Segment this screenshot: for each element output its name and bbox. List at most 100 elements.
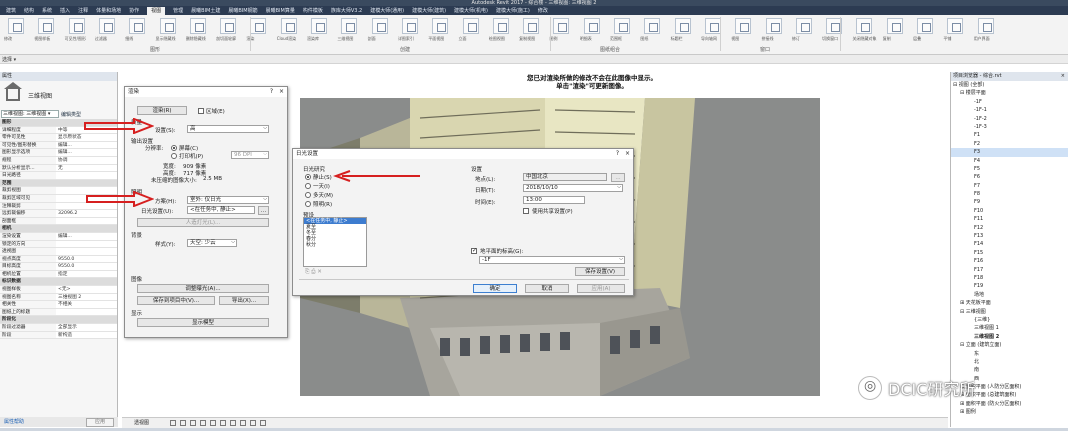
close-icon[interactable]: ×	[279, 87, 284, 97]
browser-tree-item[interactable]: 三维视图 2	[951, 333, 1068, 341]
ribbon-button-icon[interactable]	[523, 18, 540, 34]
ribbon-button-icon[interactable]	[311, 18, 328, 34]
ribbon-tab[interactable]: 协作	[129, 7, 139, 14]
ribbon-button-icon[interactable]	[462, 18, 479, 34]
browser-tree-item[interactable]: F1	[951, 131, 1068, 139]
browser-tree-item[interactable]: -1F-2	[951, 115, 1068, 123]
property-value[interactable]: 全部显示	[56, 324, 117, 331]
property-group[interactable]: 相机	[0, 225, 117, 233]
date-picker[interactable]: 2018/10/10	[523, 184, 623, 192]
ribbon-button-icon[interactable]	[614, 18, 631, 34]
browser-tree-item[interactable]: F10	[951, 207, 1068, 215]
ribbon-tab[interactable]: 修改	[538, 7, 548, 14]
ribbon-button-icon[interactable]	[917, 18, 934, 34]
ribbon-tab[interactable]: 构件模板	[303, 7, 323, 14]
browser-tree-item[interactable]: F8	[951, 190, 1068, 198]
ribbon-tab[interactable]: 建模大师(施工)	[496, 7, 530, 14]
ribbon-button-icon[interactable]	[159, 18, 176, 34]
property-value[interactable]	[56, 217, 117, 225]
property-group[interactable]: 标识数据	[0, 278, 117, 287]
browser-tree-item[interactable]: F11	[951, 215, 1068, 223]
ribbon-button-icon[interactable]	[947, 18, 964, 34]
ribbon-button-icon[interactable]	[977, 18, 994, 34]
browser-tree-item[interactable]: ⊟ 三维视图	[951, 308, 1068, 316]
ribbon-button-icon[interactable]	[492, 18, 509, 34]
properties-help-link[interactable]: 属性帮助	[4, 417, 24, 427]
view-control-icons[interactable]	[170, 420, 320, 426]
property-group[interactable]: 阶段化	[0, 316, 117, 325]
property-value[interactable]: 显示原状态	[56, 134, 117, 141]
ribbon-button-icon[interactable]	[765, 18, 782, 34]
ribbon-button-icon[interactable]	[735, 18, 752, 34]
ribbon-tab[interactable]: 插入	[60, 7, 70, 14]
ribbon-button-icon[interactable]	[704, 18, 721, 34]
browser-tree-item[interactable]: 东	[951, 350, 1068, 358]
ribbon-tab[interactable]: 管理	[173, 7, 183, 14]
location-browse-button[interactable]: ...	[611, 173, 625, 182]
property-value[interactable]: 新构造	[56, 331, 117, 339]
property-value[interactable]: <无>	[56, 286, 117, 293]
select-dropdown[interactable]: 选择 ▾	[2, 56, 16, 63]
ribbon-tab[interactable]: 建模大师(机电)	[454, 7, 488, 14]
ribbon-button-icon[interactable]	[553, 18, 570, 34]
render-button[interactable]: 渲染(R)	[137, 106, 187, 115]
ribbon-tab[interactable]: 建模大师(通用)	[370, 7, 404, 14]
quality-dropdown[interactable]: 高	[187, 125, 269, 133]
browser-tree-item[interactable]: -1F-3	[951, 123, 1068, 131]
ground-level-dropdown[interactable]: -1F	[479, 256, 625, 264]
adjust-exposure-button[interactable]: 调整曝光(A)...	[137, 284, 269, 293]
browser-tree-item[interactable]: {三维}	[951, 316, 1068, 324]
region-checkbox[interactable]	[198, 108, 204, 114]
ribbon-tab[interactable]: 注释	[78, 7, 88, 14]
property-value[interactable]: 32096.2	[56, 210, 117, 217]
ribbon-button-icon[interactable]	[432, 18, 449, 34]
show-model-button[interactable]: 显示模型	[137, 318, 269, 327]
save-settings-button[interactable]: 保存设置(V)	[575, 267, 625, 276]
study-radio[interactable]	[305, 201, 311, 207]
ribbon-button-icon[interactable]	[371, 18, 388, 34]
browser-tree-item[interactable]: 三维视图 1	[951, 324, 1068, 332]
browser-tree-item[interactable]: F4	[951, 157, 1068, 165]
study-radio[interactable]	[305, 174, 311, 180]
browser-tree-item[interactable]: 北	[951, 358, 1068, 366]
ribbon-tab[interactable]: 晨曦BIM算量	[266, 7, 295, 14]
property-value[interactable]	[56, 248, 117, 255]
close-icon[interactable]: ×	[625, 149, 630, 159]
browser-tree-item[interactable]: F7	[951, 182, 1068, 190]
ribbon-tab[interactable]: 晨曦BIM土建	[191, 7, 220, 14]
browser-tree-item[interactable]: F12	[951, 224, 1068, 232]
property-value[interactable]	[56, 240, 117, 248]
browser-tree-item[interactable]: 场地	[951, 291, 1068, 299]
sun-settings-browse-button[interactable]: …	[258, 206, 269, 215]
study-radio[interactable]	[305, 192, 311, 198]
save-to-project-button[interactable]: 保存到项目中(V)...	[137, 296, 215, 305]
browser-tree-item[interactable]: F18	[951, 274, 1068, 282]
ribbon-tab[interactable]: 建筑	[6, 7, 16, 14]
ribbon-tab[interactable]: 系统	[42, 7, 52, 14]
export-button[interactable]: 导出(X)...	[219, 296, 269, 305]
screen-radio[interactable]	[171, 145, 177, 151]
property-value[interactable]: 编辑...	[56, 149, 117, 156]
cancel-button[interactable]: 取消	[525, 284, 569, 293]
preset-tools[interactable]: ⎘ ⎙ ✕	[305, 269, 322, 276]
ribbon-button-icon[interactable]	[8, 18, 24, 34]
shared-settings-checkbox[interactable]	[523, 208, 529, 214]
ribbon-button-icon[interactable]	[68, 18, 85, 34]
browser-tree-item[interactable]: F9	[951, 198, 1068, 206]
ribbon-button-icon[interactable]	[220, 18, 237, 34]
close-icon[interactable]: ×	[1061, 72, 1065, 81]
ribbon-button-icon[interactable]	[856, 18, 873, 34]
ground-plane-checkbox[interactable]	[471, 247, 477, 254]
ribbon-tab[interactable]: 结构	[24, 7, 34, 14]
preset-item[interactable]: 秋分	[304, 242, 366, 248]
view-type-dropdown[interactable]: 三维视图: 三维视图 ▾	[1, 110, 59, 118]
browser-tree-item[interactable]: -1F-1	[951, 106, 1068, 114]
browser-tree-item[interactable]: F14	[951, 240, 1068, 248]
ribbon-button-icon[interactable]	[583, 18, 600, 34]
browser-tree-item[interactable]: -1F	[951, 98, 1068, 106]
ribbon-tab[interactable]: 晨曦BIM钢筋	[228, 7, 257, 14]
browser-tree-item[interactable]: F16	[951, 257, 1068, 265]
ribbon-button-icon[interactable]	[280, 18, 297, 34]
ribbon-button-icon[interactable]	[401, 18, 418, 34]
property-value[interactable]: 编辑...	[56, 232, 117, 240]
